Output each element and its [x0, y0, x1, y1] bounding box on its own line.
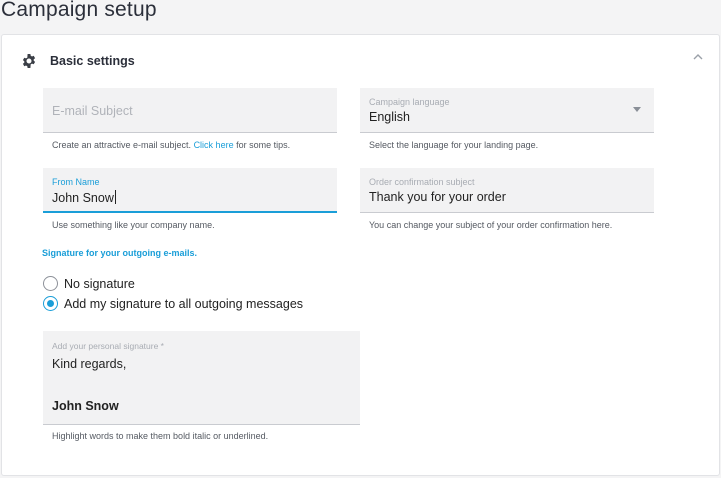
from-name-helper: Use something like your company name.	[52, 220, 215, 230]
radio-label: No signature	[64, 276, 135, 291]
from-name-field[interactable]: From Name John Snow	[43, 168, 337, 213]
gear-icon	[22, 54, 36, 68]
dropdown-arrow-icon[interactable]	[633, 107, 641, 112]
helper-text: for some tips.	[233, 140, 291, 150]
signature-line-2: John Snow	[52, 399, 119, 413]
order-confirmation-subject-label: Order confirmation subject	[369, 177, 475, 187]
radio-add-signature[interactable]: Add my signature to all outgoing message…	[43, 296, 303, 311]
from-name-label: From Name	[52, 177, 100, 187]
campaign-language-value: English	[369, 110, 410, 124]
chevron-up-icon[interactable]	[693, 53, 703, 61]
order-confirmation-subject-value: Thank you for your order	[369, 190, 506, 204]
from-name-value-wrap: John Snow	[52, 190, 116, 205]
signature-heading: Signature for your outgoing e-mails.	[42, 248, 198, 258]
order-confirmation-subject-field[interactable]: Order confirmation subject Thank you for…	[360, 168, 654, 213]
campaign-language-select[interactable]: Campaign language English	[360, 88, 654, 133]
radio-button[interactable]	[43, 276, 58, 291]
campaign-language-label: Campaign language	[369, 97, 450, 107]
order-confirmation-subject-helper: You can change your subject of your orde…	[369, 220, 613, 230]
page-title: Campaign setup	[1, 0, 157, 21]
personal-signature-label: Add your personal signature *	[52, 341, 164, 351]
helper-text: Create an attractive e-mail subject.	[52, 140, 194, 150]
signature-helper: Highlight words to make them bold italic…	[52, 431, 269, 441]
radio-label: Add my signature to all outgoing message…	[64, 296, 304, 311]
radio-button-checked[interactable]	[43, 296, 58, 311]
section-title: Basic settings	[50, 54, 135, 68]
personal-signature-textarea[interactable]: Add your personal signature * Kind regar…	[43, 331, 360, 425]
from-name-value: John Snow	[52, 191, 114, 205]
tips-link[interactable]: Click here	[194, 140, 234, 150]
email-subject-helper: Create an attractive e-mail subject. Cli…	[52, 140, 290, 150]
email-subject-placeholder: E-mail Subject	[52, 104, 133, 118]
text-caret	[114, 190, 116, 204]
email-subject-field[interactable]: E-mail Subject	[43, 88, 337, 133]
campaign-language-helper: Select the language for your landing pag…	[369, 140, 539, 150]
card-header[interactable]: Basic settings	[2, 35, 719, 87]
radio-no-signature[interactable]: No signature	[43, 276, 135, 291]
signature-line-1: Kind regards,	[52, 357, 127, 371]
